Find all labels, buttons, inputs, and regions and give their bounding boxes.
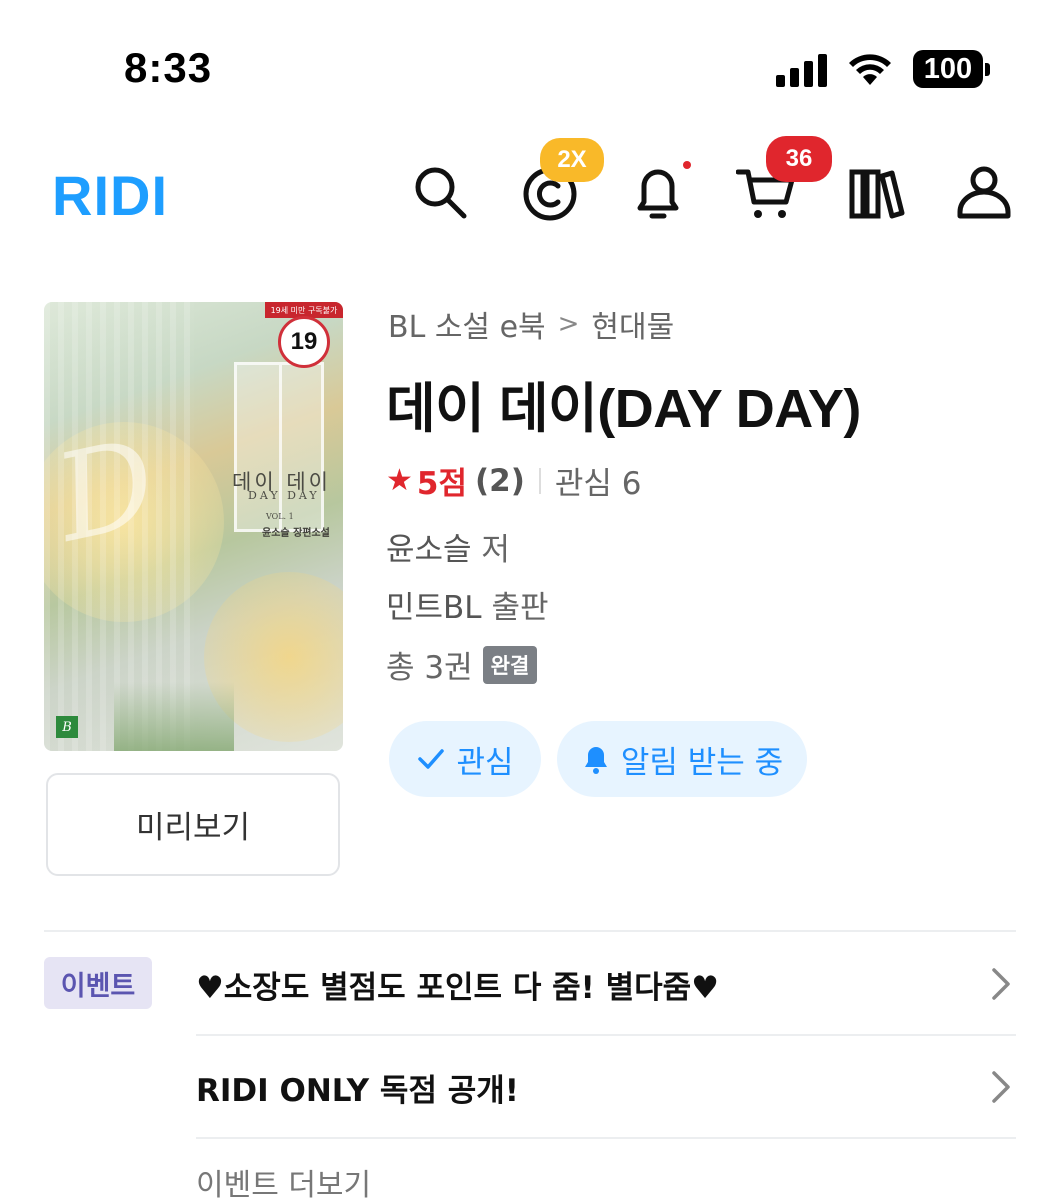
volume-total-row: 총 3권 완결 (386, 642, 538, 687)
notification-dot (683, 161, 691, 169)
breadcrumb-subcategory[interactable]: 현대물 (591, 302, 674, 346)
breadcrumb: BL 소설 e북 > 현대물 (388, 302, 674, 346)
ridi-logo[interactable]: RIDI (52, 163, 168, 228)
library-icon[interactable] (846, 162, 906, 222)
event-divider (196, 1034, 1016, 1036)
author-name[interactable]: 윤소슬 (386, 532, 472, 568)
author-suffix: 저 (481, 532, 510, 568)
point-badge: 2X (540, 138, 604, 182)
bell-icon[interactable] (628, 162, 688, 222)
divider (538, 467, 541, 494)
completed-badge: 완결 (482, 645, 538, 684)
cover-title-en: DAY DAY (248, 489, 320, 502)
user-icon[interactable] (954, 162, 1014, 222)
preview-button[interactable]: 미리보기 (46, 773, 340, 876)
publisher-mark: B (56, 716, 78, 738)
event-tag: 이벤트 (44, 957, 152, 1009)
check-icon (418, 749, 445, 769)
event-item-label: ♥소장도 별점도 포인트 다 줌! 별다줌♥ (196, 969, 719, 1006)
publisher-suffix: 출판 (491, 590, 549, 626)
rating-row: ★ 5점 (2) 관심 6 (386, 458, 642, 503)
cover-author: 윤소슬 장편소설 (262, 528, 330, 539)
chevron-right-icon (992, 1071, 1010, 1103)
battery-icon: 100 (913, 50, 990, 88)
event-divider (196, 1137, 1016, 1139)
rating-score[interactable]: 5점 (417, 458, 467, 503)
wishlist-button-label: 관심 (456, 744, 514, 781)
battery-level: 100 (913, 50, 983, 88)
status-icons: 100 (776, 50, 990, 88)
cellular-signal-icon (776, 51, 827, 87)
status-time: 8:33 (124, 44, 213, 91)
section-divider (44, 930, 1016, 932)
age-rating-badge: 19 (278, 316, 330, 368)
publisher-name[interactable]: 민트BL (386, 590, 482, 626)
rating-count[interactable]: (2) (475, 463, 525, 499)
cart-badge: 36 (766, 136, 832, 182)
search-icon[interactable] (410, 162, 470, 222)
cover-volume: VOL. 1 (266, 512, 294, 521)
star-icon: ★ (386, 463, 413, 498)
wishlist-button[interactable]: 관심 (389, 721, 541, 797)
book-cover[interactable]: D 19세 미만 구독불가 19 데이 데이 DAY DAY VOL. 1 윤소… (44, 302, 343, 751)
total-volumes: 총 3권 (386, 650, 473, 686)
author-row: 윤소슬 저 (386, 524, 510, 569)
chevron-right-icon: > (557, 309, 580, 339)
wifi-icon (849, 54, 891, 85)
chevron-right-icon (992, 968, 1010, 1000)
event-item[interactable]: RIDI ONLY 독점 공개! (196, 1037, 1016, 1137)
publisher-row: 민트BL 출판 (386, 582, 548, 627)
breadcrumb-category[interactable]: BL 소설 e북 (388, 302, 546, 346)
event-item[interactable]: ♥소장도 별점도 포인트 다 줌! 별다줌♥ (196, 934, 1016, 1034)
notification-button-label: 알림 받는 중 (620, 744, 784, 781)
wishlist-count: 관심 6 (554, 466, 642, 502)
book-title: 데이 데이(DAY DAY) (386, 379, 861, 439)
event-item-label: RIDI ONLY 독점 공개! (196, 1072, 519, 1109)
bell-filled-icon (584, 747, 607, 774)
more-events-link[interactable]: 이벤트 더보기 (196, 1160, 371, 1200)
notification-button[interactable]: 알림 받는 중 (557, 721, 807, 797)
